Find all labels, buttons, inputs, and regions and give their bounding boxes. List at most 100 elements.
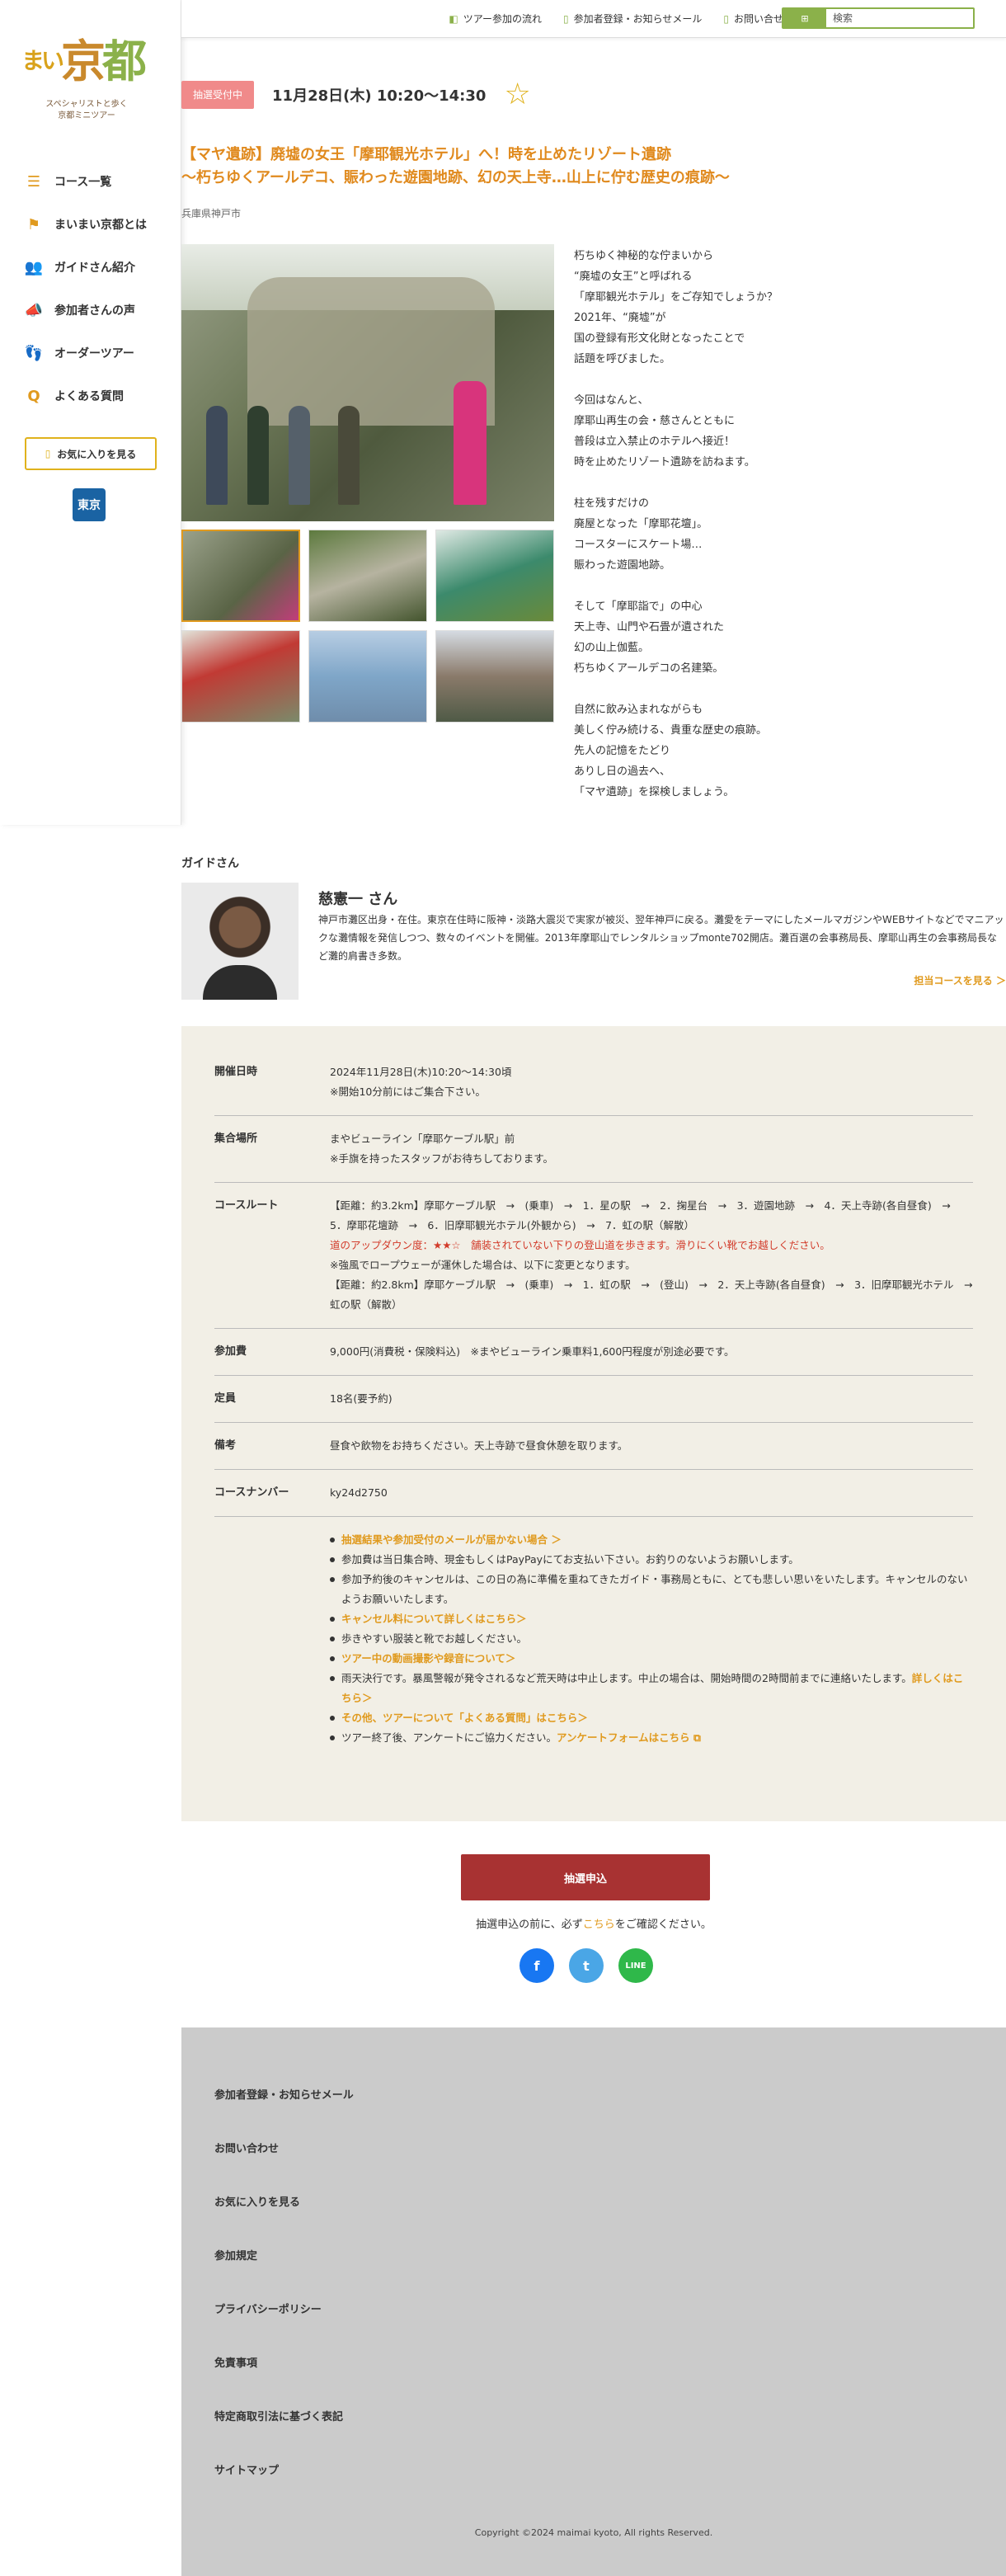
footer-link[interactable]: 参加者登録・お知らせメール — [181, 2089, 1006, 2142]
favorites-button[interactable]: ▯ お気に入りを見る — [25, 437, 157, 470]
note-text: 参加費は当日集合時、現金もしくはPayPayにてお支払い下さい。お釣りのないよう… — [341, 1553, 799, 1566]
registration-link[interactable]: ▯ 参加者登録・お知らせメール — [563, 12, 702, 26]
info-value: 18名(要予約) — [330, 1392, 393, 1405]
footer-link[interactable]: サイトマップ — [181, 2464, 1006, 2517]
sidebar-item-faq[interactable]: Q よくある質問 — [0, 374, 181, 417]
tour-location: 兵庫県神戸市 — [181, 208, 242, 219]
sidebar-nav: ☰ コース一覧 ⚑ まいまい京都とは 👥 ガイドさん紹介 📣 参加者さんの声 👣 オーダー… — [0, 160, 181, 417]
guide-name: 慈憲一 さん — [318, 891, 398, 908]
search-button[interactable]: ⊞ — [783, 9, 826, 27]
note-text: 歩きやすい服装と靴でお越しください。 — [341, 1632, 528, 1645]
cancel-fee-link[interactable]: キャンセル料について詳しくはこちら＞ — [341, 1613, 527, 1625]
document-icon: ▯ — [723, 13, 729, 25]
mail-trouble-link[interactable]: 抽選結果や参加受付のメールが届かない場合 ＞ — [341, 1533, 562, 1546]
title-line-2: 〜朽ちゆくアールデコ、賑わった遊園地跡、幻の天上寺…山上に佇む歴史の痕跡〜 — [181, 169, 730, 186]
contact-link[interactable]: ▯ お問い合せ — [723, 12, 783, 26]
photo-person — [289, 406, 310, 505]
info-value: 2024年11月28日(木)10:20〜14:30頃 ※開始10分前にはご集合下… — [330, 1066, 512, 1098]
list-item[interactable]: 抽選結果や参加受付のメールが届かない場合 ＞ — [328, 1530, 973, 1550]
sidebar-item-about[interactable]: ⚑ まいまい京都とは — [0, 203, 181, 246]
list-item[interactable]: キャンセル料について詳しくはこちら＞ — [328, 1609, 973, 1629]
guide-photo — [181, 883, 299, 1000]
list-item[interactable]: ツアー中の動画撮影や録音について＞ — [328, 1649, 973, 1669]
info-row-route: コースルート 【距離：約3.2km】摩耶ケーブル駅 → (乗車) → 1．星の駅 … — [214, 1183, 973, 1329]
title-line-1: 【マヤ遺跡】廃墟の女王「摩耶観光ホテル」へ！時を止めたリゾート遺跡 — [181, 146, 671, 163]
footer-link[interactable]: 特定商取引法に基づく表記 — [181, 2410, 1006, 2464]
apply-note: 抽選申込の前に、必ずこちらをご確認ください。 — [181, 1915, 1006, 1931]
info-label: 定員 — [214, 1392, 237, 1405]
faq-link[interactable]: その他、ツアーについて「よくある質問」はこちら＞ — [341, 1712, 588, 1724]
notes-list: 抽選結果や参加受付のメールが届かない場合 ＞ 参加費は当日集合時、現金もしくはP… — [214, 1517, 973, 1748]
list-item[interactable]: その他、ツアーについて「よくある質問」はこちら＞ — [328, 1708, 973, 1728]
survey-link[interactable]: アンケートフォームはこちら ⧉ — [557, 1731, 701, 1744]
info-label: 集合場所 — [214, 1133, 258, 1145]
footer-link[interactable]: お問い合わせ — [181, 2142, 1006, 2196]
tour-info-table: 開催日時 2024年11月28日(木)10:20〜14:30頃 ※開始10分前には… — [181, 1026, 1006, 1821]
sidebar-item-label: よくある質問 — [54, 390, 124, 403]
thumbnail[interactable] — [181, 630, 300, 723]
thumbnail[interactable] — [181, 530, 300, 622]
top-link-label: 参加者登録・お知らせメール — [573, 13, 703, 25]
photo-person — [454, 381, 487, 505]
logo-mai: まい — [21, 47, 64, 74]
megaphone-icon: 📣 — [24, 301, 44, 319]
info-label: 参加費 — [214, 1345, 247, 1358]
info-label: コースルート — [214, 1199, 279, 1212]
thumbnail[interactable] — [435, 530, 554, 622]
guide-courses-link[interactable]: 担当コースを見る ＞ — [914, 973, 1006, 987]
info-row-capacity: 定員 18名(要予約) — [214, 1376, 973, 1423]
route-alternate: ※強風でロープウェーが運休した場合は、以下に変更となります。 【距離：約2.8k… — [330, 1259, 973, 1311]
tour-description: 朽ちゆく神秘的な佇まいから “廃墟の女王”と呼ばれる 「摩耶観光ホテル」をご存知… — [574, 250, 778, 798]
sidebar-item-voices[interactable]: 📣 参加者さんの声 — [0, 289, 181, 332]
tour-flow-link[interactable]: ◧ ツアー参加の流れ — [449, 12, 542, 26]
note-text: 参加予約後のキャンセルは、この日の為に準備を重ねてきたガイド・事務局ともに、とて… — [341, 1573, 968, 1605]
sidebar-item-label: コース一覧 — [54, 176, 112, 189]
thumbnail[interactable] — [308, 630, 427, 723]
route-main: 【距離：約3.2km】摩耶ケーブル駅 → (乗車) → 1．星の駅 → 2．掬星… — [330, 1199, 961, 1231]
recording-policy-link[interactable]: ツアー中の動画撮影や録音について＞ — [341, 1652, 515, 1665]
photo-person — [206, 406, 228, 505]
facebook-icon[interactable]: f — [519, 1948, 554, 1983]
top-links: ◧ ツアー参加の流れ ▯ 参加者登録・お知らせメール ▯ お問い合せ — [449, 12, 783, 26]
sidebar-item-order-tour[interactable]: 👣 オーダーツアー — [0, 332, 181, 374]
info-row-course-number: コースナンバー ky24d2750 — [214, 1470, 973, 1517]
guide-bio: 神戸市灘区出身・在住。東京在住時に阪神・淡路大震災で実家が被災、翌年神戸に戻る。… — [318, 914, 1004, 962]
footer-link[interactable]: 参加規定 — [181, 2249, 1006, 2303]
apply-button[interactable]: 抽選申込 — [461, 1854, 710, 1900]
apply-note-pre: 抽選申込の前に、必ず — [476, 1919, 583, 1931]
logo-kyo: 京 — [61, 35, 106, 87]
list-icon: ☰ — [26, 172, 41, 191]
thumbnail[interactable] — [435, 630, 554, 723]
sidebar: まい京都 スペシャリストと歩く 京都ミニツアー ☰ コース一覧 ⚑ まいまい京都とは… — [0, 0, 181, 825]
footprints-icon: 👣 — [24, 344, 44, 362]
footer-link[interactable]: プライバシーポリシー — [181, 2303, 1006, 2357]
bookmark-icon: ▯ — [45, 448, 51, 459]
search-input[interactable]: 検索 — [826, 9, 973, 27]
search-box: ⊞ 検索 — [782, 7, 975, 29]
status-badge: 抽選受付中 — [181, 81, 255, 109]
sidebar-item-guides[interactable]: 👥 ガイドさん紹介 — [0, 246, 181, 289]
footer-link[interactable]: お気に入りを見る — [181, 2196, 1006, 2249]
route-difficulty: 道のアップダウン度：★★☆ 舗装されていない下りの登山道を歩きます。滑りにくい靴… — [330, 1239, 830, 1251]
city-logo[interactable]: 東京 — [73, 488, 106, 521]
tour-status-row: 抽選受付中 11月28日(木) 10:20〜14:30 ☆ — [181, 80, 531, 110]
sidebar-item-courses[interactable]: ☰ コース一覧 — [0, 160, 181, 203]
favorite-star-icon[interactable]: ☆ — [504, 80, 530, 110]
photo-person — [247, 406, 269, 505]
info-label: 開催日時 — [214, 1066, 258, 1078]
main-photo — [181, 244, 554, 521]
site-logo[interactable]: まい京都 スペシャリストと歩く 京都ミニツアー — [21, 36, 162, 131]
twitter-icon[interactable]: t — [569, 1948, 604, 1983]
line-icon[interactable]: LINE — [618, 1948, 653, 1983]
apply-note-link[interactable]: こちら — [583, 1919, 615, 1931]
info-row-remarks: 備考 昼食や飲物をお持ちください。天上寺跡で昼食休憩を取ります。 — [214, 1423, 973, 1470]
top-link-label: お問い合せ — [733, 13, 783, 25]
footer-link[interactable]: 免責事項 — [181, 2357, 1006, 2410]
info-row-meeting: 集合場所 まやビューライン「摩耶ケーブル駅」前 ※手旗を持ったスタッフがお待ちして… — [214, 1116, 973, 1183]
tour-date: 11月28日(木) 10:20〜14:30 — [272, 87, 487, 105]
flag-icon: ⚑ — [26, 215, 41, 233]
info-value: 昼食や飲物をお持ちください。天上寺跡で昼食休憩を取ります。 — [330, 1439, 628, 1452]
thumbnail[interactable] — [308, 530, 427, 622]
info-value: まやビューライン「摩耶ケーブル駅」前 ※手旗を持ったスタッフがお待ちしております… — [330, 1133, 553, 1165]
list-item: 参加費は当日集合時、現金もしくはPayPayにてお支払い下さい。お釣りのないよう… — [328, 1550, 973, 1570]
